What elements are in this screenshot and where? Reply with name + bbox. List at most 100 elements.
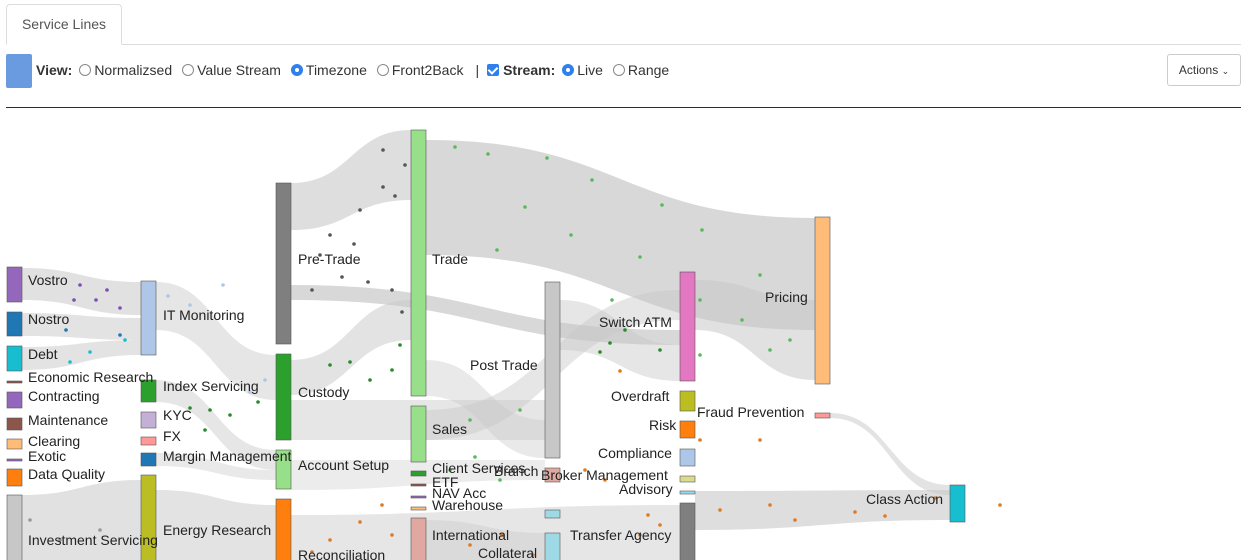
flow-particle <box>698 438 702 442</box>
link-fraud-classaction[interactable] <box>830 413 950 495</box>
view-color-swatch[interactable] <box>6 54 32 88</box>
radio-live[interactable] <box>562 64 575 76</box>
node-risk[interactable] <box>679 420 696 439</box>
flow-particle <box>998 503 1002 507</box>
node-fx[interactable] <box>140 436 157 446</box>
flow-particle <box>768 503 772 507</box>
flow-particle <box>545 156 549 160</box>
node-custody[interactable] <box>275 353 292 441</box>
flow-particle <box>590 178 594 182</box>
node-pretrade[interactable] <box>275 182 292 345</box>
node-margin[interactable] <box>140 452 157 467</box>
node-debt[interactable] <box>6 345 23 372</box>
flow-particle <box>68 360 72 364</box>
node-label-debt: Debt <box>28 346 58 362</box>
option-front2back-label[interactable]: Front2Back <box>392 62 464 78</box>
radio-normalized[interactable] <box>79 64 92 76</box>
flow-particle <box>758 273 762 277</box>
node-contracting[interactable] <box>6 391 23 409</box>
node-warehouse[interactable] <box>410 506 427 511</box>
node-label-maintenance: Maintenance <box>28 412 108 428</box>
flow-particle <box>118 333 122 337</box>
option-live-label[interactable]: Live <box>577 62 603 78</box>
node-overdraft[interactable] <box>679 390 696 412</box>
flow-particle <box>403 163 407 167</box>
node-label-clearing: Clearing <box>28 433 80 449</box>
node-broker[interactable] <box>679 475 696 483</box>
radio-range[interactable] <box>612 64 625 76</box>
flow-particle <box>328 363 332 367</box>
flow-particle <box>358 520 362 524</box>
flow-particle <box>793 518 797 522</box>
node-kyc[interactable] <box>140 411 157 429</box>
flow-particle <box>390 368 394 372</box>
link-pretrade-trade-upper[interactable] <box>291 130 411 230</box>
node-etf[interactable] <box>410 483 427 487</box>
flow-particle <box>638 255 642 259</box>
node-sales[interactable] <box>410 405 427 463</box>
flow-particle <box>352 242 356 246</box>
flow-particle <box>486 152 490 156</box>
node-nostro[interactable] <box>6 311 23 337</box>
flow-particle <box>468 418 472 422</box>
node-recon[interactable] <box>275 498 292 560</box>
node-label-custody: Custody <box>298 384 349 400</box>
node-collateral[interactable] <box>544 532 561 560</box>
node-compliance[interactable] <box>679 448 696 467</box>
node-label-dataq: Data Quality <box>28 466 105 482</box>
node-maintenance[interactable] <box>6 417 23 431</box>
flow-particle <box>390 288 394 292</box>
node-exotic[interactable] <box>6 458 23 462</box>
flow-particle <box>718 508 722 512</box>
tab-service-lines[interactable]: Service Lines <box>6 4 122 45</box>
flow-particle <box>340 275 344 279</box>
radio-value-stream[interactable] <box>182 64 195 76</box>
node-label-pretrade: Pre-Trade <box>298 251 361 267</box>
node-switchatm[interactable] <box>679 271 696 382</box>
node-dataq[interactable] <box>6 468 23 487</box>
option-range-label[interactable]: Range <box>628 62 669 78</box>
node-pricing[interactable] <box>814 216 831 385</box>
node-label-margin: Margin Management <box>163 448 292 464</box>
node-navacc[interactable] <box>410 495 427 499</box>
flow-particle <box>358 208 362 212</box>
link-invsvc-energy[interactable] <box>22 480 141 560</box>
node-invsvc[interactable] <box>6 494 23 560</box>
node-clearing[interactable] <box>6 438 23 450</box>
node-label-acctsetup: Account Setup <box>298 457 389 473</box>
node-transfer[interactable] <box>544 509 561 519</box>
node-clientsvc[interactable] <box>410 470 427 477</box>
node-fraud[interactable] <box>814 412 831 419</box>
node-label-exotic: Exotic <box>28 448 66 464</box>
node-label-sales: Sales <box>432 421 467 437</box>
option-timezone-label[interactable]: Timezone <box>306 62 367 78</box>
link-custody-trade[interactable] <box>291 300 411 395</box>
radio-front2back[interactable] <box>376 64 389 76</box>
actions-button[interactable]: Actions ⌄ <box>1167 54 1241 86</box>
node-trade[interactable] <box>410 129 427 397</box>
node-vostro[interactable] <box>6 266 23 303</box>
flow-particle <box>768 348 772 352</box>
node-classaction[interactable] <box>949 484 966 523</box>
node-intl[interactable] <box>410 517 427 560</box>
tab-bar: Service Lines <box>6 0 1241 45</box>
node-posttrade[interactable] <box>544 281 561 459</box>
radio-timezone[interactable] <box>290 64 303 76</box>
node-advisory[interactable] <box>679 490 696 495</box>
option-normalized-label[interactable]: Normalizsed <box>94 62 172 78</box>
flow-particle <box>390 533 394 537</box>
flow-particle <box>698 353 702 357</box>
flow-particle <box>381 185 385 189</box>
flow-particle <box>883 514 887 518</box>
flow-particle <box>853 510 857 514</box>
node-itmon[interactable] <box>140 280 157 356</box>
option-value-stream-label[interactable]: Value Stream <box>197 62 281 78</box>
sankey-diagram: Vostro Nostro Debt Economic Research Contrac… <box>6 129 1002 560</box>
flow-particle <box>393 194 397 198</box>
node-label-posttrade: Post Trade <box>470 357 538 373</box>
flow-particle <box>123 338 127 342</box>
node-econ[interactable] <box>6 380 23 384</box>
flow-particle <box>78 283 82 287</box>
stream-checkbox[interactable] <box>487 64 500 76</box>
node-transfer[interactable] <box>679 502 696 560</box>
